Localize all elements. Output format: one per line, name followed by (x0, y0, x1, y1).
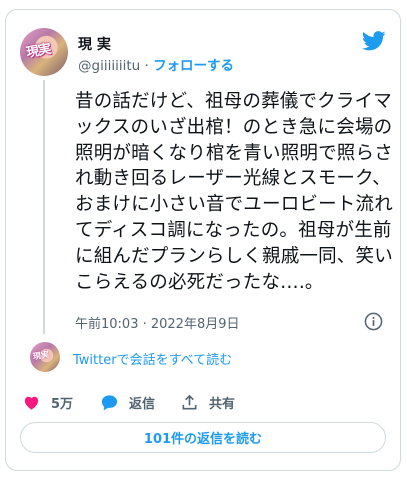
speech-bubble-icon (101, 394, 118, 410)
handle-row: @giiiiiiitu · フォローする (78, 54, 234, 74)
twitter-bird-icon[interactable] (362, 31, 386, 51)
share-label: 共有 (209, 396, 236, 412)
thread-avatar-text: 現実 (32, 349, 50, 362)
thread-avatar: 現実 (30, 342, 60, 372)
share-upload-icon (182, 394, 197, 409)
read-replies-button[interactable]: 101件の返信を読む (20, 422, 386, 453)
like-count: 5万 (51, 396, 74, 412)
author-handle[interactable]: @giiiiiiitu (78, 58, 140, 74)
avatar[interactable]: 現実 (20, 28, 68, 76)
share-button[interactable]: 共有 (180, 390, 235, 414)
heart-icon (24, 396, 39, 410)
handle-separator: · (140, 58, 154, 74)
follow-button[interactable]: フォローする (153, 58, 234, 74)
reply-label: 返信 (129, 396, 156, 412)
like-button[interactable]: 5万 (22, 390, 73, 414)
action-bar: 5万 返信 共有 (22, 390, 382, 414)
tweet-text: 昔の話だけど、祖母の葬儀でクライマックスのいざ出棺！のとき急に会場の照明が暗くな… (75, 91, 393, 293)
info-icon[interactable] (364, 312, 383, 331)
thread-line (43, 80, 45, 334)
tweet-timestamp[interactable]: 午前10:03 · 2022年8月9日 (75, 313, 240, 332)
read-conversation-link[interactable]: Twitterで会話をすべて読む (73, 349, 232, 368)
avatar-text: 現実 (25, 41, 52, 61)
reply-button[interactable]: 返信 (100, 390, 155, 414)
author-name[interactable]: 現 実 (78, 34, 111, 54)
